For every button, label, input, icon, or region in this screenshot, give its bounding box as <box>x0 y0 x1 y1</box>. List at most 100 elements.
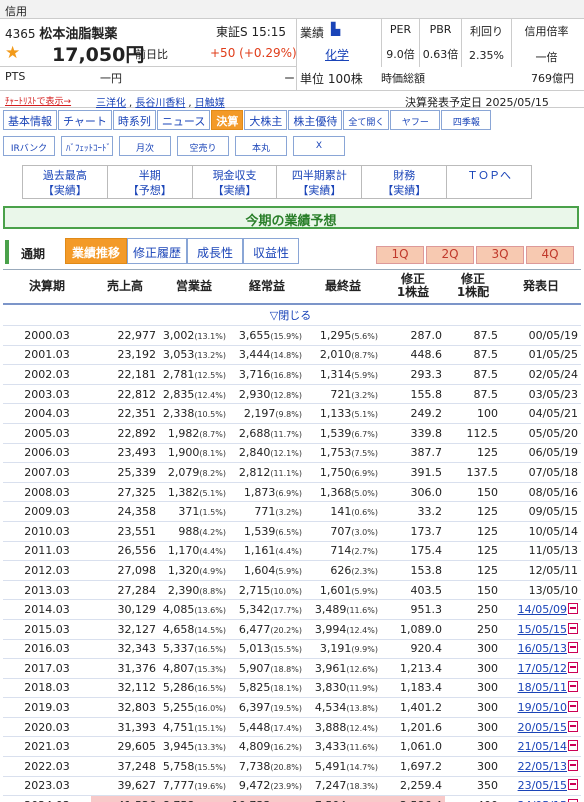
cell: 3,002(13.1%) <box>159 325 229 346</box>
date-link[interactable]: 22/05/13 <box>518 760 567 773</box>
cell: 1,539(6.5%) <box>229 521 305 542</box>
cell-value: 2,835 <box>162 387 195 401</box>
link-honmaru[interactable]: 本丸 <box>235 136 287 156</box>
tab-news[interactable]: ニュース <box>156 110 211 130</box>
tab-shikiho[interactable]: 四季報 <box>441 110 492 130</box>
margin-pct-value: 20.2 <box>273 625 292 635</box>
subtab-trend[interactable]: 業績推移 <box>65 238 127 264</box>
pdf-icon[interactable] <box>568 642 578 654</box>
date-link[interactable]: 17/05/12 <box>518 662 567 675</box>
nav-half[interactable]: 半期 【予想】 <box>108 166 193 198</box>
cell: 2006.03 <box>3 443 91 464</box>
margin-pct-value: 4.2 <box>202 527 216 537</box>
nav-cashflow[interactable]: 現金収支 【実績】 <box>193 166 278 198</box>
tab-timeseries[interactable]: 時系列 <box>112 110 156 130</box>
pdf-icon[interactable] <box>568 759 578 771</box>
nav-top[interactable]: ＴＯＰへ <box>447 166 531 198</box>
related-link[interactable]: 長谷川香料 <box>135 98 185 109</box>
cell: 626(2.3%) <box>305 560 381 581</box>
favorite-star-icon[interactable]: ★ <box>5 44 23 62</box>
cell-value: 7,738 <box>238 759 271 773</box>
margin-label: 信用倍率 <box>524 25 569 38</box>
tab-earnings[interactable]: 決算 <box>211 110 244 130</box>
nav-record-high[interactable]: 過去最高 【実績】 <box>23 166 108 198</box>
tab-yahoo[interactable]: ヤフー <box>390 110 441 130</box>
cell-value: 300 <box>477 701 498 715</box>
pdf-icon[interactable] <box>568 779 578 791</box>
date-link[interactable]: 14/05/09 <box>518 603 567 616</box>
nav-financial[interactable]: 財務 【実績】 <box>362 166 448 198</box>
cell-value: 2007.03 <box>24 465 70 479</box>
cell-value: 2,715 <box>238 583 271 597</box>
date-link[interactable]: 18/05/11 <box>518 681 567 694</box>
industry-icon[interactable]: ▙ <box>331 22 343 36</box>
q4-button[interactable]: 4Q <box>526 246 574 264</box>
margin-pct-value: 14.5 <box>197 625 216 635</box>
margin-pct: (11.7%) <box>270 429 302 439</box>
cell: 9,472(23.9%) <box>229 776 305 797</box>
link-short[interactable]: 空売り <box>177 136 229 156</box>
pdf-icon[interactable] <box>568 661 578 673</box>
date-link[interactable]: 15/05/15 <box>518 623 567 636</box>
cell-value: 287.0 <box>410 328 443 342</box>
nav-quarterly[interactable]: 四半期累計 【実績】 <box>277 166 363 198</box>
tab-chart[interactable]: チャート <box>58 110 112 130</box>
margin-pct: (17.4%) <box>270 723 302 733</box>
link-monthly[interactable]: 月次 <box>119 136 171 156</box>
per-box: PER 9.0倍 <box>381 19 419 67</box>
pdf-icon[interactable] <box>568 622 578 634</box>
table-row: 2014.03 30,129 4,085(13.6%) 5,342(17.7%) 3,4… <box>3 599 581 620</box>
pdf-icon[interactable] <box>568 603 578 615</box>
related-link[interactable]: 日触媒 <box>195 98 225 109</box>
margin-pct: (12.6%) <box>346 664 378 674</box>
cell-value: 3,994 <box>314 622 347 636</box>
date-link[interactable]: 20/05/15 <box>518 721 567 734</box>
cell: 5,013(15.5%) <box>229 639 305 660</box>
tab-basic[interactable]: 基本情報 <box>3 110 57 130</box>
date-link[interactable]: 23/05/15 <box>518 779 567 792</box>
pdf-icon[interactable] <box>568 701 578 713</box>
cell: 339.8 <box>381 423 445 444</box>
cell: 23,493 <box>91 443 159 464</box>
tab-open-all[interactable]: 全て開く <box>343 110 390 130</box>
industry-link[interactable]: 化学 <box>325 46 349 63</box>
q1-button[interactable]: 1Q <box>376 246 424 264</box>
cell-value: 339.8 <box>410 426 443 440</box>
cell: 2012.03 <box>3 560 91 581</box>
date-link[interactable]: 16/05/13 <box>518 642 567 655</box>
cell: 2007.03 <box>3 462 91 483</box>
cell: 4,807(15.3%) <box>159 658 229 679</box>
date-link[interactable]: 19/05/10 <box>518 701 567 714</box>
subtab-revision[interactable]: 修正履歴 <box>127 238 187 264</box>
cell: 1,873(6.9%) <box>229 482 305 503</box>
link-buffett[interactable]: ﾊﾞﾌｪｯﾄｺｰﾄﾞ <box>61 136 113 156</box>
pdf-icon[interactable] <box>568 681 578 693</box>
q2-button[interactable]: 2Q <box>426 246 474 264</box>
subtab-growth[interactable]: 成長性 <box>187 238 243 264</box>
cell: 2,390(8.8%) <box>159 580 229 601</box>
cell: 2,338(10.5%) <box>159 403 229 424</box>
cell-value: 721 <box>330 387 352 401</box>
link-irbank[interactable]: IRバンク <box>3 136 55 156</box>
margin-pct-value: 20.8 <box>273 762 292 772</box>
collapse-link[interactable]: ▽閉じる <box>3 303 581 326</box>
table-row: 2011.03 26,556 1,170(4.4%) 1,161(4.4%) 714(2… <box>3 541 581 562</box>
cell-value: 6,477 <box>238 622 271 636</box>
pdf-icon[interactable] <box>568 740 578 752</box>
link-x[interactable]: X <box>293 136 345 156</box>
pdf-icon[interactable] <box>568 720 578 732</box>
cell-value: 1,368 <box>319 485 352 499</box>
margin-pct-value: 19.5 <box>273 704 292 714</box>
q3-button[interactable]: 3Q <box>476 246 524 264</box>
cell: 5,907(18.8%) <box>229 658 305 679</box>
margin-pct-value: 12.4 <box>349 723 368 733</box>
related-link[interactable]: 三洋化 <box>96 98 126 109</box>
chartlist-link[interactable]: ﾁｬｰﾄﾘｽﾄで表示→ <box>5 94 71 107</box>
cell: 125 <box>445 560 501 581</box>
tab-shareholders[interactable]: 大株主 <box>244 110 288 130</box>
tab-benefits[interactable]: 株主優待 <box>288 110 343 130</box>
cell: 4,085(13.6%) <box>159 599 229 620</box>
date-link[interactable]: 21/05/14 <box>518 740 567 753</box>
margin-pct-value: 11.6 <box>349 743 368 753</box>
subtab-profitability[interactable]: 収益性 <box>243 238 299 264</box>
